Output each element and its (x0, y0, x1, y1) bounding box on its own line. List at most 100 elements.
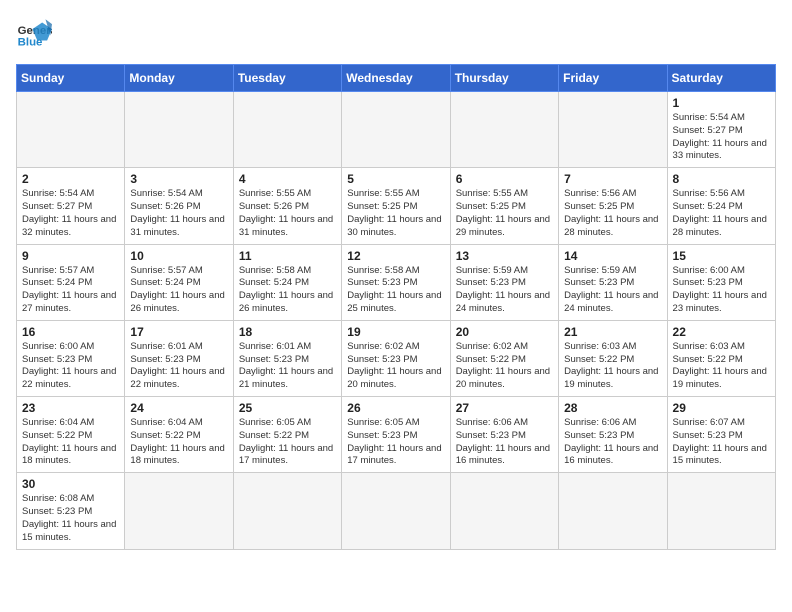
calendar-week-row: 1 Sunrise: 5:54 AMSunset: 5:27 PMDaylight… (17, 92, 776, 168)
day-number: 19 (347, 325, 444, 339)
day-number: 12 (347, 249, 444, 263)
day-info: Sunrise: 5:54 AMSunset: 5:26 PMDaylight:… (130, 188, 227, 239)
calendar-day-cell: 5 Sunrise: 5:55 AMSunset: 5:25 PMDaylight… (342, 168, 450, 244)
calendar-day-cell (125, 92, 233, 168)
calendar-day-cell (233, 92, 341, 168)
day-number: 23 (22, 401, 119, 415)
page-header: General Blue (16, 16, 776, 52)
calendar-day-cell (342, 92, 450, 168)
logo-icon: General Blue (16, 16, 52, 52)
calendar-day-cell: 13 Sunrise: 5:59 AMSunset: 5:23 PMDayligh… (450, 244, 558, 320)
day-info: Sunrise: 5:55 AMSunset: 5:25 PMDaylight:… (456, 188, 553, 239)
calendar-week-row: 23 Sunrise: 6:04 AMSunset: 5:22 PMDayligh… (17, 397, 776, 473)
day-info: Sunrise: 6:03 AMSunset: 5:22 PMDaylight:… (564, 341, 661, 392)
day-number: 16 (22, 325, 119, 339)
day-number: 30 (22, 477, 119, 491)
day-info: Sunrise: 5:55 AMSunset: 5:25 PMDaylight:… (347, 188, 444, 239)
day-number: 22 (673, 325, 770, 339)
calendar-day-cell: 2Sunrise: 5:54 AMSunset: 5:27 PMDaylight… (17, 168, 125, 244)
calendar-day-cell: 22 Sunrise: 6:03 AMSunset: 5:22 PMDayligh… (667, 320, 775, 396)
day-number: 14 (564, 249, 661, 263)
day-number: 5 (347, 172, 444, 186)
calendar-day-cell: 29 Sunrise: 6:07 AMSunset: 5:23 PMDayligh… (667, 397, 775, 473)
calendar-day-cell (667, 473, 775, 549)
day-number: 3 (130, 172, 227, 186)
day-number: 21 (564, 325, 661, 339)
day-info: Sunrise: 5:58 AMSunset: 5:23 PMDaylight:… (347, 265, 444, 316)
calendar-day-cell: 18 Sunrise: 6:01 AMSunset: 5:23 PMDayligh… (233, 320, 341, 396)
weekday-header: Sunday (17, 65, 125, 92)
calendar-day-cell (17, 92, 125, 168)
day-number: 29 (673, 401, 770, 415)
day-number: 18 (239, 325, 336, 339)
calendar-day-cell (125, 473, 233, 549)
day-info: Sunrise: 6:06 AMSunset: 5:23 PMDaylight:… (564, 417, 661, 468)
calendar-day-cell: 7Sunrise: 5:56 AMSunset: 5:25 PMDaylight… (559, 168, 667, 244)
day-number: 26 (347, 401, 444, 415)
day-info: Sunrise: 5:54 AMSunset: 5:27 PMDaylight:… (673, 112, 770, 163)
day-info: Sunrise: 5:59 AMSunset: 5:23 PMDaylight:… (564, 265, 661, 316)
calendar-day-cell (559, 92, 667, 168)
day-info: Sunrise: 5:57 AMSunset: 5:24 PMDaylight:… (22, 265, 119, 316)
day-number: 13 (456, 249, 553, 263)
day-number: 17 (130, 325, 227, 339)
day-info: Sunrise: 6:04 AMSunset: 5:22 PMDaylight:… (130, 417, 227, 468)
day-info: Sunrise: 6:00 AMSunset: 5:23 PMDaylight:… (673, 265, 770, 316)
logo: General Blue (16, 16, 52, 52)
day-number: 4 (239, 172, 336, 186)
calendar-day-cell: 21 Sunrise: 6:03 AMSunset: 5:22 PMDayligh… (559, 320, 667, 396)
weekday-header: Thursday (450, 65, 558, 92)
day-number: 20 (456, 325, 553, 339)
day-info: Sunrise: 6:02 AMSunset: 5:23 PMDaylight:… (347, 341, 444, 392)
day-info: Sunrise: 5:57 AMSunset: 5:24 PMDaylight:… (130, 265, 227, 316)
calendar-day-cell (233, 473, 341, 549)
calendar-day-cell: 27 Sunrise: 6:06 AMSunset: 5:23 PMDayligh… (450, 397, 558, 473)
calendar-day-cell (342, 473, 450, 549)
day-info: Sunrise: 6:03 AMSunset: 5:22 PMDaylight:… (673, 341, 770, 392)
day-number: 25 (239, 401, 336, 415)
calendar-day-cell: 26 Sunrise: 6:05 AMSunset: 5:23 PMDayligh… (342, 397, 450, 473)
calendar-day-cell: 25 Sunrise: 6:05 AMSunset: 5:22 PMDayligh… (233, 397, 341, 473)
calendar-day-cell (450, 473, 558, 549)
day-number: 27 (456, 401, 553, 415)
calendar-day-cell (559, 473, 667, 549)
day-info: Sunrise: 6:06 AMSunset: 5:23 PMDaylight:… (456, 417, 553, 468)
day-info: Sunrise: 6:07 AMSunset: 5:23 PMDaylight:… (673, 417, 770, 468)
day-info: Sunrise: 5:55 AMSunset: 5:26 PMDaylight:… (239, 188, 336, 239)
calendar-day-cell: 20 Sunrise: 6:02 AMSunset: 5:22 PMDayligh… (450, 320, 558, 396)
day-number: 24 (130, 401, 227, 415)
calendar-day-cell: 3 Sunrise: 5:54 AMSunset: 5:26 PMDaylight… (125, 168, 233, 244)
day-info: Sunrise: 6:01 AMSunset: 5:23 PMDaylight:… (239, 341, 336, 392)
calendar-day-cell: 12 Sunrise: 5:58 AMSunset: 5:23 PMDayligh… (342, 244, 450, 320)
day-number: 28 (564, 401, 661, 415)
calendar-day-cell: 19 Sunrise: 6:02 AMSunset: 5:23 PMDayligh… (342, 320, 450, 396)
calendar-day-cell: 10Sunrise: 5:57 AMSunset: 5:24 PMDayligh… (125, 244, 233, 320)
calendar-day-cell: 14 Sunrise: 5:59 AMSunset: 5:23 PMDayligh… (559, 244, 667, 320)
calendar-week-row: 9 Sunrise: 5:57 AMSunset: 5:24 PMDaylight… (17, 244, 776, 320)
day-number: 9 (22, 249, 119, 263)
calendar-week-row: 16 Sunrise: 6:00 AMSunset: 5:23 PMDayligh… (17, 320, 776, 396)
calendar-week-row: 2Sunrise: 5:54 AMSunset: 5:27 PMDaylight… (17, 168, 776, 244)
day-info: Sunrise: 5:59 AMSunset: 5:23 PMDaylight:… (456, 265, 553, 316)
day-info: Sunrise: 6:05 AMSunset: 5:23 PMDaylight:… (347, 417, 444, 468)
day-number: 11 (239, 249, 336, 263)
day-info: Sunrise: 5:54 AMSunset: 5:27 PMDaylight:… (22, 188, 119, 239)
calendar-header-row: SundayMondayTuesdayWednesdayThursdayFrid… (17, 65, 776, 92)
day-number: 7 (564, 172, 661, 186)
day-info: Sunrise: 5:58 AMSunset: 5:24 PMDaylight:… (239, 265, 336, 316)
day-number: 6 (456, 172, 553, 186)
day-number: 1 (673, 96, 770, 110)
day-info: Sunrise: 6:02 AMSunset: 5:22 PMDaylight:… (456, 341, 553, 392)
calendar-week-row: 30Sunrise: 6:08 AMSunset: 5:23 PMDayligh… (17, 473, 776, 549)
calendar-table: SundayMondayTuesdayWednesdayThursdayFrid… (16, 64, 776, 550)
weekday-header: Saturday (667, 65, 775, 92)
calendar-day-cell: 4 Sunrise: 5:55 AMSunset: 5:26 PMDaylight… (233, 168, 341, 244)
day-info: Sunrise: 6:05 AMSunset: 5:22 PMDaylight:… (239, 417, 336, 468)
calendar-day-cell: 8Sunrise: 5:56 AMSunset: 5:24 PMDaylight… (667, 168, 775, 244)
calendar-day-cell: 9 Sunrise: 5:57 AMSunset: 5:24 PMDaylight… (17, 244, 125, 320)
day-info: Sunrise: 6:00 AMSunset: 5:23 PMDaylight:… (22, 341, 119, 392)
calendar-day-cell: 11 Sunrise: 5:58 AMSunset: 5:24 PMDayligh… (233, 244, 341, 320)
calendar-day-cell: 17Sunrise: 6:01 AMSunset: 5:23 PMDayligh… (125, 320, 233, 396)
day-number: 15 (673, 249, 770, 263)
calendar-day-cell: 15 Sunrise: 6:00 AMSunset: 5:23 PMDayligh… (667, 244, 775, 320)
